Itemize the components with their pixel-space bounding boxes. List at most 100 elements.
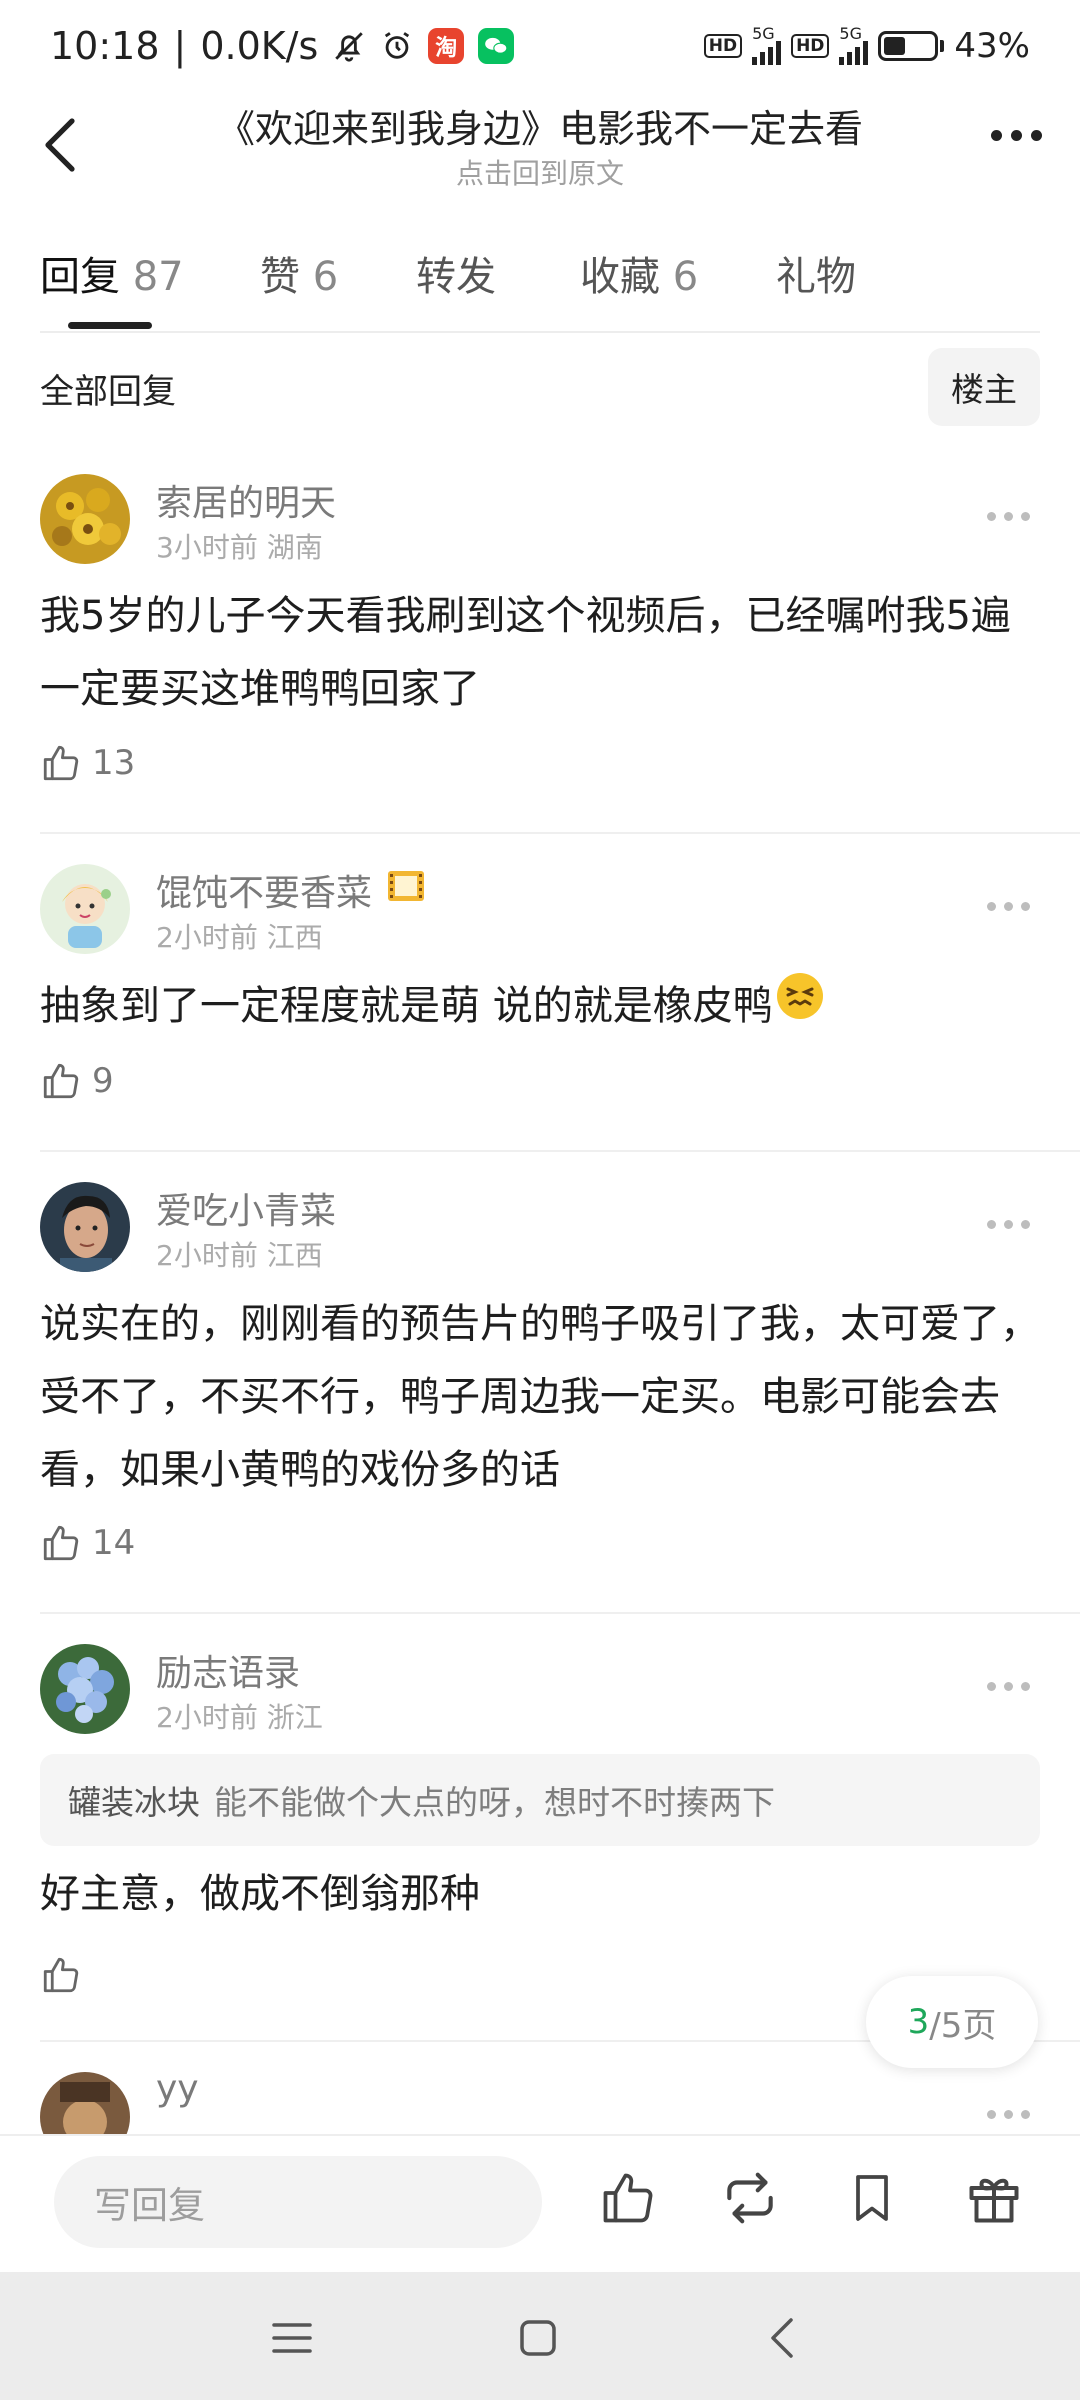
- username-text: yy: [156, 2072, 199, 2109]
- like-post-button[interactable]: [594, 2164, 662, 2232]
- home-nav-button[interactable]: [510, 2310, 566, 2366]
- like-count: 14: [92, 1523, 136, 1563]
- comment-meta: 2小时前 浙江: [156, 1701, 323, 1734]
- tab-gifts[interactable]: 礼物: [776, 244, 856, 302]
- like-button[interactable]: 13: [40, 742, 135, 784]
- more-icon[interactable]: [987, 902, 1030, 911]
- tab-replies-label: 回复: [40, 254, 120, 300]
- comment-text: 抽象到了一定程度就是萌 说的就是橡皮鸭: [40, 970, 1050, 1045]
- tab-indicator: [68, 322, 152, 329]
- username-text: 索居的明天: [156, 483, 337, 524]
- tab-favorites-count: 6: [672, 254, 699, 300]
- back-nav-button[interactable]: [754, 2310, 810, 2366]
- bookmark-button[interactable]: [838, 2164, 906, 2232]
- avatar[interactable]: [40, 1182, 130, 1272]
- tab-likes[interactable]: 赞 6: [260, 244, 338, 302]
- thumb-up-icon: [43, 1063, 79, 1099]
- like-count: 9: [92, 1061, 114, 1101]
- comment-separator: [40, 1612, 1080, 1614]
- avatar[interactable]: [40, 1644, 130, 1734]
- tab-bar: 回复 87 赞 6 转发 收藏 6 礼物: [0, 230, 1080, 332]
- tab-gifts-label: 礼物: [776, 254, 856, 300]
- tab-reposts-label: 转发: [416, 254, 496, 300]
- tab-reposts[interactable]: 转发: [416, 244, 496, 302]
- quote-text: 能不能做个大点的呀，想时不时揍两下: [214, 1783, 775, 1822]
- tab-favorites[interactable]: 收藏 6: [580, 244, 698, 302]
- status-time: 10:18: [50, 24, 160, 68]
- reply-input[interactable]: 写回复: [54, 2156, 542, 2248]
- like-count: 13: [92, 743, 136, 783]
- page-title[interactable]: 《欢迎来到我身边》电影我不一定去看: [140, 98, 940, 153]
- avatar[interactable]: [40, 2072, 130, 2134]
- username[interactable]: 馄饨不要香菜: [156, 864, 426, 916]
- tab-replies-count: 87: [132, 254, 184, 300]
- tab-likes-label: 赞: [260, 254, 300, 300]
- thumb-up-icon: [43, 1957, 79, 1993]
- avatar[interactable]: [40, 474, 130, 564]
- username-text: 爱吃小青菜: [156, 1191, 337, 1232]
- more-icon[interactable]: [987, 2110, 1030, 2119]
- avatar[interactable]: [40, 864, 130, 954]
- more-icon[interactable]: [987, 512, 1030, 521]
- quote-author: 罐装冰块: [68, 1783, 200, 1822]
- grimace-emoji-icon: [775, 971, 825, 1045]
- comment-meta: 2小时前 江西: [156, 921, 323, 954]
- hd-badge-2: HD: [791, 34, 830, 58]
- repost-button[interactable]: [716, 2164, 784, 2232]
- network-speed: 0.0K/s: [200, 24, 319, 68]
- battery-icon: [878, 31, 945, 61]
- thumb-up-icon: [43, 745, 79, 781]
- thumb-up-icon: [603, 2173, 653, 2223]
- comment-text: 好主意，做成不倒翁那种: [40, 1871, 480, 1917]
- signal-2-icon: 5G: [839, 24, 869, 65]
- status-separator: |: [173, 24, 187, 68]
- comment-text: 说实在的，刚刚看的预告片的鸭子吸引了我，太可爱了，受不了，不买不行，鸭子周边我一…: [40, 1301, 1040, 1493]
- battery-percent: 43%: [954, 26, 1030, 66]
- status-bar: 10:18 | 0.0K/s 淘 HD 5G HD 5G 43%: [0, 0, 1080, 92]
- battery-fill: [884, 37, 906, 55]
- comment-item: 馄饨不要香菜 2小时前 江西 抽象到了一定程度就是萌 说的就是橡皮鸭 9: [0, 864, 1080, 1154]
- all-replies-label: 全部回复: [40, 372, 176, 412]
- tabs-divider: [40, 331, 1040, 333]
- menu-nav-button[interactable]: [264, 2310, 320, 2366]
- quoted-reply[interactable]: 罐装冰块 能不能做个大点的呀，想时不时揍两下: [40, 1754, 1040, 1846]
- username[interactable]: 爱吃小青菜: [156, 1182, 336, 1234]
- comment-meta: 2小时前 江西: [156, 1239, 323, 1272]
- more-icon[interactable]: [991, 130, 1042, 141]
- network-type-2: 5G: [839, 24, 862, 43]
- username[interactable]: 励志语录: [156, 1644, 300, 1696]
- back-to-original-link[interactable]: 点击回到原文: [140, 152, 940, 192]
- thumb-up-icon: [43, 1525, 79, 1561]
- like-button[interactable]: 9: [40, 1060, 114, 1102]
- gift-icon: [969, 2178, 1019, 2223]
- tab-likes-count: 6: [312, 254, 339, 300]
- more-icon[interactable]: [987, 1220, 1030, 1229]
- back-button[interactable]: [30, 110, 90, 180]
- home-icon: [520, 2320, 556, 2356]
- page-indicator[interactable]: 3/5页: [866, 1976, 1038, 2068]
- owner-only-button[interactable]: 楼主: [928, 348, 1040, 426]
- like-button[interactable]: 14: [40, 1522, 135, 1564]
- comment-item: 索居的明天 3小时前 湖南 我5岁的儿子今天看我刷到这个视频后，已经嘱咐我5遍一…: [0, 474, 1080, 834]
- comment-item: 爱吃小青菜 2小时前 江西 说实在的，刚刚看的预告片的鸭子吸引了我，太可爱了，受…: [0, 1182, 1080, 1602]
- username-text: 馄饨不要香菜: [156, 873, 373, 914]
- more-icon[interactable]: [987, 1682, 1030, 1691]
- back-nav-icon: [771, 2318, 793, 2358]
- gift-button[interactable]: [960, 2164, 1028, 2232]
- comment-text: 我5岁的儿子今天看我刷到这个视频后，已经嘱咐我5遍一定要买这堆鸭鸭回家了: [40, 593, 1011, 712]
- like-button[interactable]: [40, 1954, 92, 1996]
- bell-off-icon: [332, 29, 366, 63]
- system-nav-bar: [0, 2272, 1080, 2400]
- wechat-icon: [478, 28, 515, 64]
- comment-page: 10:18 | 0.0K/s 淘 HD 5G HD 5G 43% 《欢迎来到我身…: [0, 0, 1080, 2400]
- username[interactable]: 索居的明天: [156, 474, 336, 526]
- back-arrow-icon: [45, 118, 75, 172]
- taobao-icon: 淘: [428, 28, 465, 64]
- alarm-icon: [380, 29, 414, 63]
- header: 《欢迎来到我身边》电影我不一定去看 点击回到原文: [0, 92, 1080, 202]
- comment-separator: [40, 832, 1080, 834]
- username[interactable]: yy: [156, 2072, 199, 2109]
- username-text: 励志语录: [156, 1653, 301, 1694]
- bookmark-icon: [856, 2175, 888, 2221]
- tab-replies[interactable]: 回复 87: [40, 244, 184, 302]
